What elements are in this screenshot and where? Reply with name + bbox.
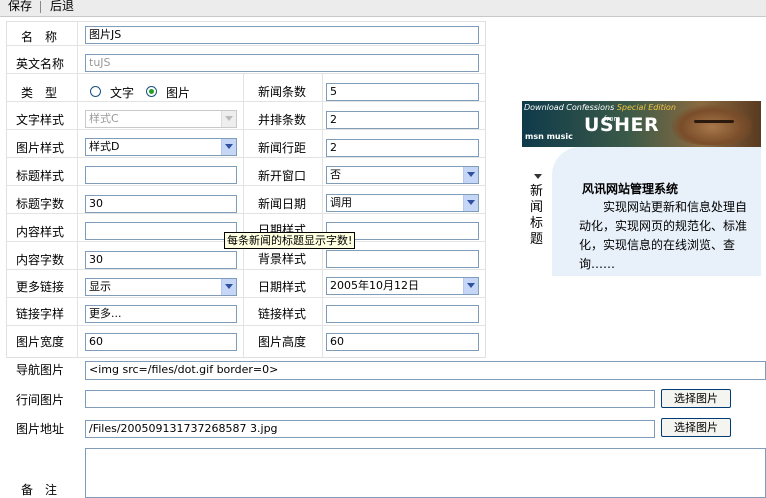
- title-chars-label: 标题字数: [16, 197, 65, 211]
- name-input[interactable]: 图片JS: [85, 26, 479, 44]
- en-name-input[interactable]: tuJS: [85, 54, 479, 72]
- title-style-input[interactable]: [85, 166, 237, 184]
- img-width-label: 图片宽度: [16, 335, 65, 349]
- remark-textarea[interactable]: [85, 448, 766, 498]
- bg-style-input[interactable]: [326, 250, 479, 268]
- type-radio-text[interactable]: [90, 86, 101, 97]
- news-count-label: 新闻条数: [258, 85, 307, 99]
- toolbar-separator: [40, 1, 41, 13]
- link-style-label: 链接样式: [258, 307, 307, 321]
- img-addr-label: 图片地址: [16, 422, 65, 436]
- chevron-down-icon: [463, 167, 478, 183]
- chevron-down-icon: [463, 278, 478, 294]
- link-style-input[interactable]: [326, 305, 479, 323]
- date-format-label: 日期样式: [258, 280, 307, 294]
- nav-img-input[interactable]: <img src=/files/dot.gif border=0>: [85, 361, 766, 380]
- bg-style-label: 背景样式: [258, 252, 307, 266]
- toolbar: 保存 后退: [0, 0, 766, 17]
- remark-label: 备 注: [21, 483, 58, 497]
- artist-photo: [672, 105, 752, 145]
- preview-description: 实现网站更新和信息处理自动化，实现网页的规范化、标准化，实现信息的在线浏览、查询…: [579, 200, 748, 271]
- back-button[interactable]: 后退: [50, 0, 74, 14]
- more-link-label: 更多链接: [16, 280, 65, 294]
- banner-artist: USHER: [584, 114, 660, 136]
- img-addr-input[interactable]: /Files/200509131737268587 3.jpg: [85, 420, 655, 438]
- new-window-label: 新开窗口: [258, 169, 307, 183]
- new-window-value: 否: [330, 168, 341, 181]
- content-chars-label: 内容字数: [16, 253, 65, 267]
- img-height-input[interactable]: 60: [326, 333, 479, 351]
- nav-img-label: 导航图片: [16, 363, 65, 377]
- row-img-input[interactable]: [85, 390, 655, 408]
- save-button[interactable]: 保存: [8, 0, 32, 14]
- text-style-value: 样式C: [89, 112, 119, 125]
- news-date-label: 新闻日期: [258, 197, 307, 211]
- img-width-input[interactable]: 60: [85, 333, 237, 351]
- text-style-select[interactable]: 样式C: [85, 110, 237, 128]
- news-date-select[interactable]: 调用: [326, 194, 479, 212]
- banner-ad[interactable]: Download Confessions Special Edition USH…: [522, 101, 761, 147]
- more-link-select[interactable]: 显示: [85, 278, 237, 296]
- date-format-value: 2005年10月12日: [330, 279, 419, 292]
- type-radio-image[interactable]: [146, 86, 157, 97]
- preview-vertical-title: 新闻标题: [530, 184, 544, 247]
- row-img-label: 行间图片: [16, 393, 65, 407]
- chevron-down-icon: [221, 139, 236, 155]
- chevron-down-icon: [221, 279, 236, 295]
- date-format-select[interactable]: 2005年10月12日: [326, 277, 479, 295]
- type-option-text: 文字: [110, 86, 135, 100]
- triangle-down-icon: [534, 174, 542, 179]
- title-chars-input[interactable]: 30: [85, 195, 237, 213]
- title-style-label: 标题样式: [16, 169, 65, 183]
- cols-label: 并排条数: [258, 113, 307, 127]
- text-style-label: 文字样式: [16, 113, 65, 127]
- img-height-label: 图片高度: [258, 335, 307, 349]
- preview-title[interactable]: 风讯网站管理系统: [582, 180, 678, 197]
- img-addr-choose-button[interactable]: 选择图片: [661, 418, 731, 437]
- img-style-label: 图片样式: [16, 141, 65, 155]
- row-img-choose-button[interactable]: 选择图片: [661, 389, 731, 408]
- row-gap-label: 新闻行距: [258, 141, 307, 155]
- news-count-input[interactable]: 5: [326, 83, 479, 101]
- news-date-value: 调用: [330, 196, 352, 209]
- content-style-label: 内容样式: [16, 225, 65, 239]
- type-option-image: 图片: [166, 86, 191, 100]
- link-text-input[interactable]: 更多...: [85, 305, 237, 323]
- new-window-select[interactable]: 否: [326, 166, 479, 184]
- msn-music-logo: msn music: [525, 132, 573, 141]
- preview-panel: Download Confessions Special Edition USH…: [522, 101, 761, 276]
- banner-from: from: [604, 115, 621, 123]
- en-name-label: 英文名称: [16, 57, 65, 71]
- chevron-down-icon: [463, 195, 478, 211]
- content-chars-input[interactable]: 30: [85, 251, 237, 269]
- cols-input[interactable]: 2: [326, 111, 479, 129]
- link-text-label: 链接字样: [16, 307, 65, 321]
- img-style-value: 样式D: [89, 140, 120, 153]
- more-link-value: 显示: [89, 280, 111, 293]
- name-label: 名 称: [21, 30, 58, 44]
- content-style-input[interactable]: [85, 222, 237, 240]
- tooltip: 每条新闻的标题显示字数!: [224, 232, 356, 249]
- chevron-down-icon: [221, 111, 236, 127]
- banner-tagline: Download Confessions Special Edition: [524, 103, 676, 112]
- type-label: 类 型: [21, 86, 58, 100]
- img-style-select[interactable]: 样式D: [85, 138, 237, 156]
- row-gap-input[interactable]: 2: [326, 139, 479, 157]
